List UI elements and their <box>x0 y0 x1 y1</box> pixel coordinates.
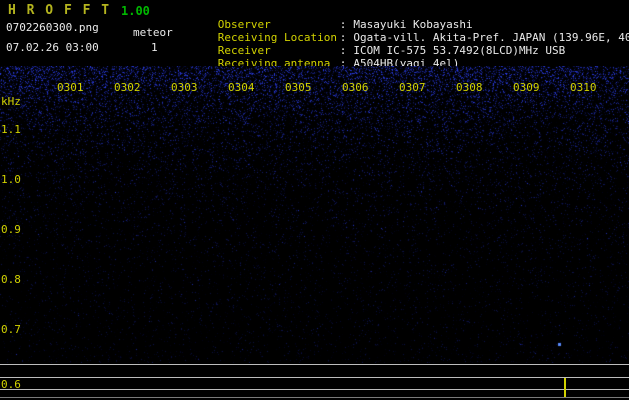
colon-separator: : <box>339 44 347 57</box>
level-gridline <box>0 377 629 378</box>
time-axis-label: 0306 <box>342 81 369 94</box>
freq-axis-label: 0.6 <box>1 378 21 391</box>
time-axis-label: 0303 <box>171 81 198 94</box>
info-label: Receiver <box>217 44 271 57</box>
mode-label: meteor <box>133 26 173 39</box>
time-axis-label: 0301 <box>57 81 84 94</box>
output-filename: 0702260300.png <box>6 21 99 34</box>
time-axis-label: 0310 <box>570 81 597 94</box>
app-title: H R O F F T <box>8 3 111 18</box>
info-label: Receiving Location <box>217 31 337 44</box>
level-gridline <box>0 397 629 398</box>
colon-separator: : <box>339 31 347 44</box>
time-axis-label: 0305 <box>285 81 312 94</box>
freq-axis-unit: kHz <box>1 95 21 108</box>
info-label: Observer <box>217 18 271 31</box>
level-gridline <box>0 364 629 365</box>
colon-separator: : <box>339 18 347 31</box>
level-marker-tick <box>564 378 566 397</box>
time-axis-label: 0307 <box>399 81 426 94</box>
time-axis-label: 0309 <box>513 81 540 94</box>
timestamp: 07.02.26 03:00 <box>6 41 99 54</box>
freq-axis-label: 1.0 <box>1 173 21 186</box>
level-gridline <box>0 389 629 390</box>
freq-axis-label: 0.7 <box>1 323 21 336</box>
freq-axis-label: 1.1 <box>1 123 21 136</box>
image-count: 1 <box>151 41 158 54</box>
hrofft-window: H R O F F T 1.00 0702260300.png meteor 0… <box>0 0 629 400</box>
spectrogram-canvas <box>0 66 629 363</box>
time-axis-label: 0302 <box>114 81 141 94</box>
app-version: 1.00 <box>121 4 150 18</box>
info-value: Masayuki Kobayashi <box>353 18 473 31</box>
observer-row: Observer: Masayuki Kobayashi <box>178 5 629 31</box>
time-axis-label: 0304 <box>228 81 255 94</box>
info-value: ICOM IC-575 53.7492(8LCD)MHz USB <box>353 44 566 57</box>
info-value: Ogata-vill. Akita-Pref. JAPAN (139.96E, … <box>353 31 629 44</box>
freq-axis-label: 0.9 <box>1 223 21 236</box>
time-axis-label: 0308 <box>456 81 483 94</box>
station-info: Observer: Masayuki Kobayashi Receiving Lo… <box>178 5 629 70</box>
freq-axis-label: 0.8 <box>1 273 21 286</box>
